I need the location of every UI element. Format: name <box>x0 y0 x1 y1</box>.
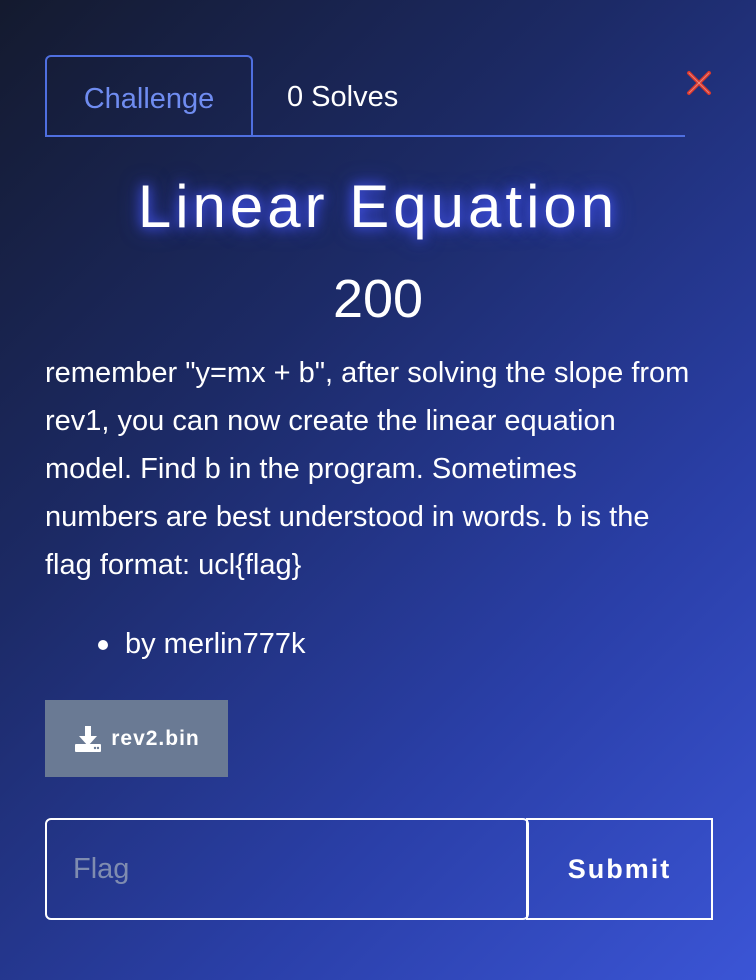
list-item: by merlin777k <box>45 620 306 668</box>
challenge-title: Linear Equation <box>137 173 619 240</box>
tab-solves[interactable]: 0 Solves <box>287 55 398 137</box>
challenge-points: 200 <box>332 269 424 329</box>
challenge-modal: Challenge 0 Solves Linear Equation 200 r… <box>0 0 756 980</box>
close-x-icon <box>687 71 711 95</box>
bullet-icon <box>98 640 108 650</box>
author-label: by merlin777k <box>125 628 306 660</box>
download-icon <box>75 725 102 752</box>
close-button[interactable] <box>684 68 714 98</box>
file-download-button[interactable]: rev2.bin <box>45 700 228 777</box>
flag-input[interactable] <box>45 818 529 920</box>
submit-button[interactable]: Submit <box>526 818 713 920</box>
file-name: rev2.bin <box>111 726 200 750</box>
author-list: by merlin777k <box>45 620 306 668</box>
challenge-tabs: Challenge 0 Solves <box>45 55 685 137</box>
challenge-description: remember "y=mx + b", after solving the s… <box>45 357 690 581</box>
tab-challenge[interactable]: Challenge <box>45 55 253 137</box>
